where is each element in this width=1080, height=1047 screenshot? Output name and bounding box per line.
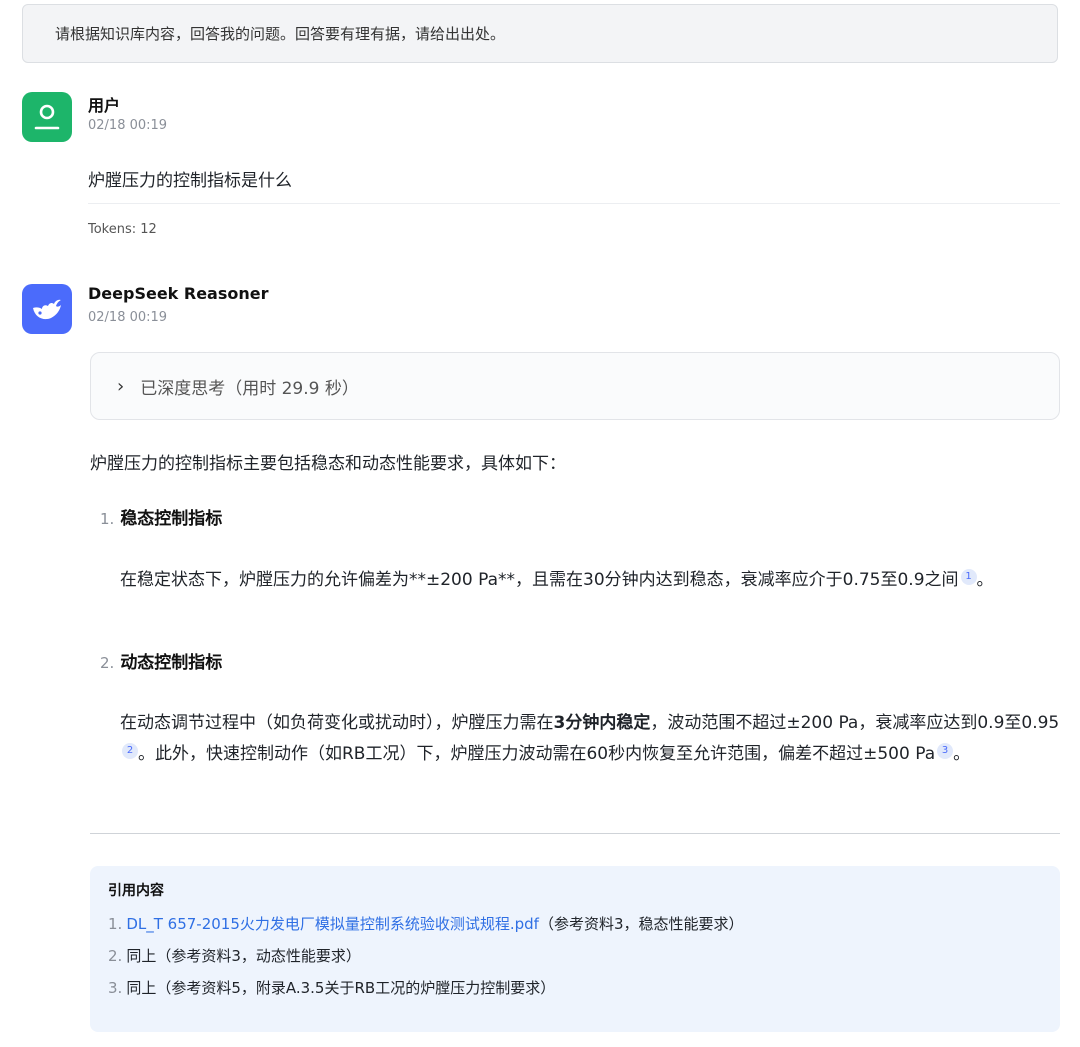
assistant-message: DeepSeek Reasoner 02/18 00:19 › 已深度思考（用时… [22,284,1060,1044]
system-prompt-text: 请根据知识库内容，回答我的问题。回答要有理有据，请给出出处。 [55,25,506,43]
reference-text: 同上（参考资料5，附录A.3.5关于RB工况的炉膛压力控制要求） [126,979,556,997]
body-text: 在动态调节过程中（如负荷变化或扰动时），炉膛压力需在 [120,713,554,733]
thinking-toggle[interactable]: › 已深度思考（用时 29.9 秒） [90,352,1060,420]
reference-number: 2. [108,947,123,965]
references-title: 引用内容 [108,883,164,899]
system-prompt: 请根据知识库内容，回答我的问题。回答要有理有据，请给出出处。 [22,4,1058,63]
citation-badge[interactable]: 1 [960,569,977,585]
list-title: 稳态控制指标 [120,509,223,529]
answer-intro: 炉膛压力的控制指标主要包括稳态和动态性能要求，具体如下： [90,454,566,474]
body-text: 。 [976,570,994,590]
body-text: ，波动范围不超过±200 Pa，衰减率应达到0.9至0.95 [650,713,1060,733]
sender-name: 用户 [88,96,121,115]
divider [88,203,1060,204]
references-panel: 引用内容 1. DL_T 657-2015火力发电厂模拟量控制系统验收测试规程.p… [90,866,1060,1032]
list-title: 动态控制指标 [120,653,223,673]
list-item-body: 在稳定状态下，炉膛压力的允许偏差为**±200 Pa**，且需在30分钟内达到稳… [120,565,1060,596]
reference-link[interactable]: DL_T 657-2015火力发电厂模拟量控制系统验收测试规程.pdf [126,915,539,933]
reference-item: 2. 同上（参考资料3，动态性能要求） [108,940,1042,972]
body-text: 。 [953,744,971,764]
token-count: Tokens: 12 [88,222,157,237]
reference-number: 1. [108,915,123,933]
list-item-body: 在动态调节过程中（如负荷变化或扰动时），炉膛压力需在3分钟内稳定，波动范围不超过… [120,708,1060,770]
reference-text: （参考资料3，稳态性能要求） [538,915,744,933]
sender-name: DeepSeek Reasoner [88,284,269,303]
message-text: 炉膛压力的控制指标是什么 [88,171,292,191]
timestamp: 02/18 00:19 [88,118,168,133]
citation-badge[interactable]: 2 [122,743,138,759]
chevron-right-icon: › [117,375,125,397]
user-icon [34,104,60,130]
avatar [22,284,72,334]
thinking-label: 已深度思考（用时 29.9 秒） [140,378,359,399]
reference-number: 3. [108,979,123,997]
reference-item: 3. 同上（参考资料5，附录A.3.5关于RB工况的炉膛压力控制要求） [108,972,1042,1004]
list-item-heading: 1. 稳态控制指标 [100,504,222,529]
avatar [22,92,72,142]
citation-badge[interactable]: 3 [937,743,954,759]
whale-icon [33,299,61,320]
reference-item: 1. DL_T 657-2015火力发电厂模拟量控制系统验收测试规程.pdf（参考… [108,908,1042,940]
list-number: 1. [100,510,115,528]
list-item-heading: 2. 动态控制指标 [100,648,222,673]
reference-text: 同上（参考资料3，动态性能要求） [126,947,361,965]
bold-text: 3分钟内稳定 [553,713,651,733]
timestamp: 02/18 00:19 [88,310,168,325]
divider [90,833,1060,834]
list-number: 2. [100,654,115,672]
body-text: 在稳定状态下，炉膛压力的允许偏差为**±200 Pa**，且需在30分钟内达到稳… [120,570,959,590]
user-message: 用户 02/18 00:19 炉膛压力的控制指标是什么 Tokens: 12 [22,92,1060,252]
body-text: 。此外，快速控制动作（如RB工况）下，炉膛压力波动需在60秒内恢复至允许范围，偏… [138,744,936,764]
